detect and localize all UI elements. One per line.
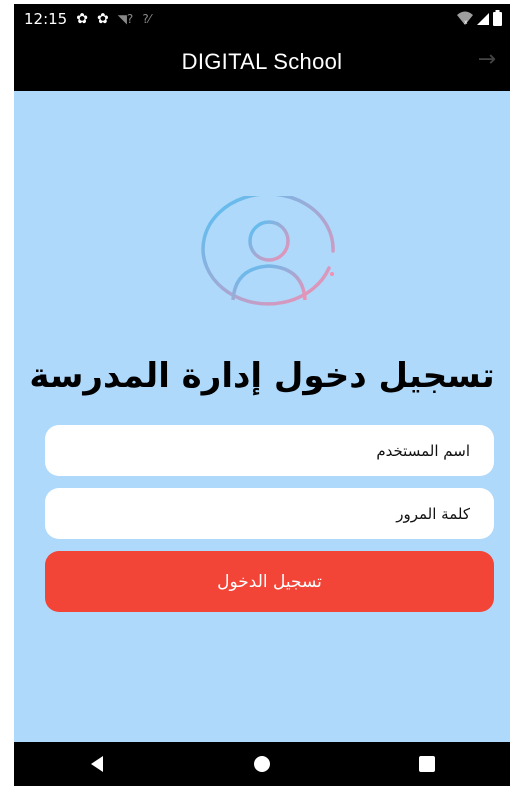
username-field[interactable] — [45, 425, 494, 476]
app-bar: DIGITAL School → — [14, 34, 510, 91]
gear-icon: ✿ — [96, 11, 109, 27]
status-bar: 12:15 ✿ ✿ ◥? ?⁄ x — [14, 4, 510, 34]
page-title: تسجيل دخول إدارة المدرسة — [29, 356, 495, 396]
svg-text:x: x — [464, 19, 468, 25]
back-button[interactable] — [67, 742, 127, 786]
password-field[interactable] — [45, 488, 494, 539]
signal-question-icon: ?⁄ — [142, 12, 151, 26]
signal-icon — [477, 13, 489, 25]
app-title: DIGITAL School — [181, 49, 343, 74]
user-avatar-icon — [201, 196, 335, 306]
password-input[interactable] — [67, 503, 472, 524]
login-button[interactable]: تسجيل الدخول — [45, 551, 494, 612]
gear-icon: ✿ — [76, 11, 88, 27]
username-input[interactable] — [67, 440, 472, 461]
back-icon — [90, 756, 103, 772]
recents-button[interactable] — [397, 742, 457, 786]
phone-screen: 12:15 ✿ ✿ ◥? ?⁄ x DIGITAL School → تسجيل… — [14, 4, 510, 786]
status-right: x — [457, 10, 502, 26]
home-icon — [253, 756, 270, 772]
wifi-x-icon: x — [457, 11, 473, 25]
navigation-bar — [14, 742, 510, 786]
login-button-label: تسجيل الدخول — [217, 571, 322, 592]
recents-icon — [419, 756, 436, 772]
battery-icon — [493, 10, 502, 26]
arrow-right-icon[interactable]: → — [478, 47, 496, 72]
wifi-question-icon: ◥? — [117, 12, 134, 26]
home-button[interactable] — [232, 742, 292, 786]
status-time: 12:15 — [24, 10, 68, 28]
